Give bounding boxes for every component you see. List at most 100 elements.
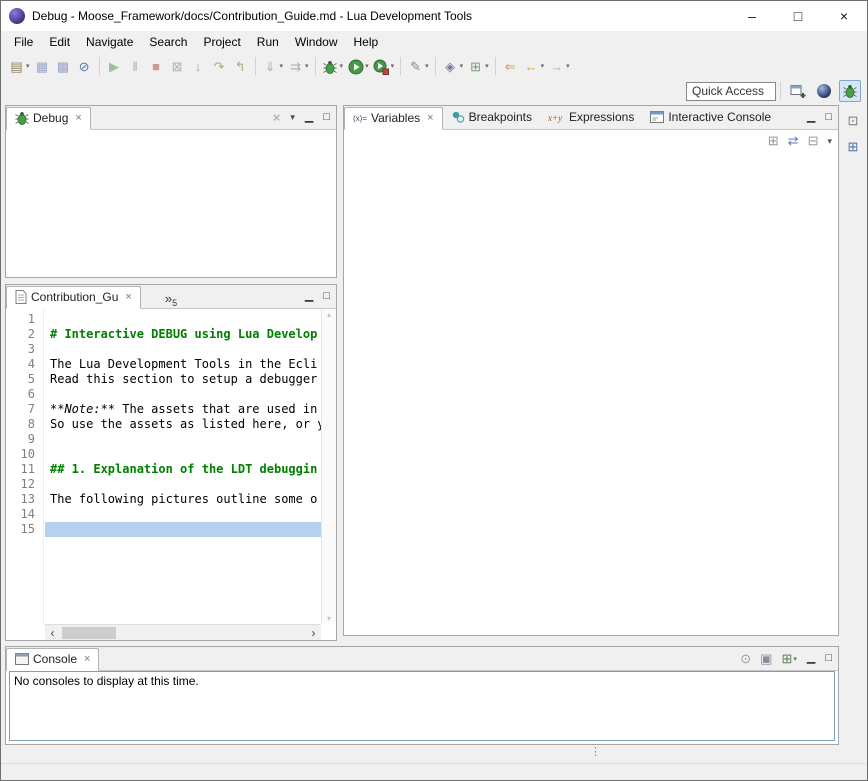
pin-console-icon[interactable]: ⊙ xyxy=(740,651,751,667)
scroll-down-icon[interactable]: ▾ xyxy=(322,614,336,623)
perspective-debug-button[interactable] xyxy=(839,80,861,102)
dropdown-chevron-icon[interactable]: ▾ xyxy=(26,62,30,70)
dropdown-chevron-icon[interactable]: ▾ xyxy=(460,62,464,70)
minimize-view-icon[interactable]: ▁ xyxy=(807,112,815,123)
collapse-all-icon[interactable]: ⊟ xyxy=(808,133,819,149)
step-over-button[interactable]: ↷ xyxy=(209,55,230,77)
terminate-button[interactable]: ■ xyxy=(146,55,167,77)
editor-text-area[interactable]: # Interactive DEBUG using Lua DevelopThe… xyxy=(45,309,321,624)
scroll-right-icon[interactable]: › xyxy=(306,626,321,640)
open-console-icon[interactable]: ⊞▾ xyxy=(781,651,796,667)
remove-terminated-icon[interactable]: × xyxy=(273,111,281,124)
tab-label: Breakpoints xyxy=(469,110,532,124)
tab-label: Debug xyxy=(33,111,68,125)
new-view-button[interactable]: ⊞▾ xyxy=(465,55,491,77)
maximize-view-icon[interactable]: □ xyxy=(323,112,330,123)
maximize-view-icon[interactable]: □ xyxy=(323,291,330,302)
tab-debug[interactable]: Debug × xyxy=(6,107,91,130)
debug-button[interactable]: ▾ xyxy=(320,55,346,77)
dropdown-chevron-icon[interactable]: ▾ xyxy=(340,62,344,70)
menu-file[interactable]: File xyxy=(6,32,41,52)
view-menu-icon[interactable]: ▾ xyxy=(827,136,832,147)
new-button[interactable]: ▤▾ xyxy=(6,55,32,77)
save-button[interactable]: ▦ xyxy=(32,55,53,77)
last-edit-location-button[interactable]: ⇐ xyxy=(500,55,521,77)
close-tab-icon[interactable]: × xyxy=(84,653,90,665)
line-number-ruler[interactable]: 123456789101112131415 xyxy=(6,309,44,624)
maximize-view-icon[interactable]: □ xyxy=(825,653,832,664)
hidden-tabs-indicator[interactable]: » 5 xyxy=(165,291,177,308)
status-bar xyxy=(1,763,867,780)
dropdown-chevron-icon[interactable]: ▾ xyxy=(391,62,395,70)
close-window-button[interactable]: × xyxy=(821,1,867,31)
dropdown-chevron-icon[interactable]: ▾ xyxy=(541,62,545,70)
skip-breakpoints-button[interactable]: ⊘ xyxy=(74,55,95,77)
line-number: 11 xyxy=(6,462,35,477)
close-tab-icon[interactable]: × xyxy=(125,291,131,303)
menu-project[interactable]: Project xyxy=(195,32,248,52)
forward-button[interactable]: →▾ xyxy=(546,55,572,77)
dropdown-chevron-icon[interactable]: ▾ xyxy=(485,62,489,70)
code-line: So use the assets as listed here, or y xyxy=(45,417,321,432)
menu-search[interactable]: Search xyxy=(141,32,195,52)
console-content: No consoles to display at this time. xyxy=(9,671,835,741)
back-button[interactable]: ←▾ xyxy=(521,55,547,77)
save-all-button[interactable]: ▩ xyxy=(53,55,74,77)
open-type-button[interactable]: ◈▾ xyxy=(440,55,466,77)
minimize-view-icon[interactable]: ▁ xyxy=(807,653,815,664)
tab-breakpoints[interactable]: Breakpoints xyxy=(443,106,540,129)
restore-views-icon[interactable]: ⊡ xyxy=(848,113,859,129)
suspend-button[interactable]: ‖ xyxy=(125,55,146,77)
drop-to-frame-button[interactable]: ⇓▾ xyxy=(260,55,286,77)
show-logical-structures-icon[interactable]: ⇄ xyxy=(788,133,799,149)
step-return-button[interactable]: ↰ xyxy=(230,55,251,77)
menu-navigate[interactable]: Navigate xyxy=(78,32,141,52)
tab-contribution-guide[interactable]: Contribution_Gu × xyxy=(6,286,141,309)
show-type-names-icon[interactable]: ⊞ xyxy=(768,133,779,149)
menu-edit[interactable]: Edit xyxy=(41,32,78,52)
coverage-button[interactable]: ▾ xyxy=(371,55,397,77)
step-into-button[interactable]: ↓ xyxy=(188,55,209,77)
maximize-window-button[interactable]: □ xyxy=(775,1,821,31)
disconnect-button[interactable]: ⊠ xyxy=(167,55,188,77)
toolbar-separator xyxy=(99,57,100,75)
maximize-view-icon[interactable]: □ xyxy=(825,112,832,123)
minimize-view-icon[interactable]: ▁ xyxy=(305,112,313,123)
scroll-left-icon[interactable]: ‹ xyxy=(45,626,60,640)
tab-variables[interactable]: (x)=Variables× xyxy=(344,107,443,130)
resume-button[interactable]: ▶ xyxy=(104,55,125,77)
dropdown-chevron-icon[interactable]: ▾ xyxy=(280,62,284,70)
perspective-ldt-button[interactable] xyxy=(813,80,835,102)
menu-run[interactable]: Run xyxy=(249,32,287,52)
step-filters-button[interactable]: ⇉▾ xyxy=(285,55,311,77)
run-button[interactable]: ▾ xyxy=(345,55,371,77)
sash-grip[interactable]: ⋮ xyxy=(590,747,601,758)
minimize-view-icon[interactable]: ▁ xyxy=(305,291,313,302)
minimize-window-button[interactable]: – xyxy=(729,1,775,31)
open-perspective-icon[interactable] xyxy=(787,80,809,102)
quick-access-input[interactable]: Quick Access xyxy=(686,82,776,101)
editor-horizontal-scrollbar[interactable]: ‹ › xyxy=(45,624,321,640)
view-menu-icon[interactable]: ▾ xyxy=(290,113,295,122)
display-console-icon[interactable]: ▣ xyxy=(760,651,772,667)
dropdown-chevron-icon[interactable]: ▾ xyxy=(365,62,369,70)
tab-interactive-console[interactable]: Interactive Console xyxy=(642,106,779,129)
menu-window[interactable]: Window xyxy=(287,32,346,52)
tab-expressions[interactable]: x+yExpressions xyxy=(540,106,642,129)
external-tools-button[interactable]: ✎▾ xyxy=(405,55,431,77)
code-line xyxy=(45,342,321,357)
close-tab-icon[interactable]: × xyxy=(427,112,433,124)
minimized-view-icon[interactable]: ⊞ xyxy=(848,139,859,155)
scroll-up-icon[interactable]: ▴ xyxy=(322,310,336,319)
horizontal-scroll-thumb[interactable] xyxy=(62,627,116,639)
tab-console[interactable]: Console × xyxy=(6,648,99,671)
editor-vertical-scrollbar[interactable]: ▴ ▾ xyxy=(321,309,336,624)
dropdown-chevron-icon[interactable]: ▾ xyxy=(793,655,797,663)
close-tab-icon[interactable]: × xyxy=(75,112,81,124)
dropdown-chevron-icon[interactable]: ▾ xyxy=(305,62,309,70)
code-line: The Lua Development Tools in the Ecli xyxy=(45,357,321,372)
menu-help[interactable]: Help xyxy=(346,32,387,52)
dropdown-chevron-icon[interactable]: ▾ xyxy=(425,62,429,70)
dropdown-chevron-icon[interactable]: ▾ xyxy=(566,62,570,70)
line-number: 14 xyxy=(6,507,35,522)
